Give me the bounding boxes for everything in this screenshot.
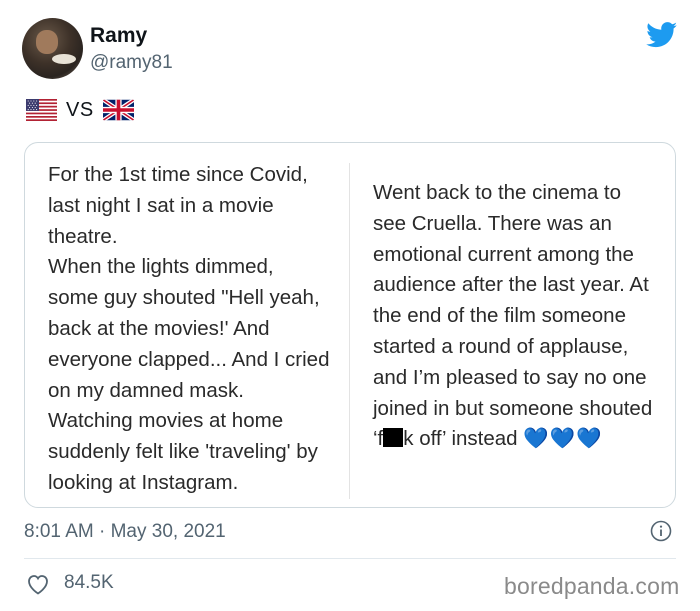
us-flag-icon — [26, 99, 57, 121]
author-name[interactable]: Ramy — [90, 24, 147, 48]
versus-text: VS — [66, 98, 94, 121]
action-divider — [24, 558, 676, 559]
avatar[interactable] — [22, 18, 83, 79]
right-text-part2: k off’ instead — [403, 427, 524, 451]
boredpanda-watermark: boredpanda.com — [504, 573, 680, 599]
right-text-part1: Went back to the cinema to see Cruella. … — [373, 181, 653, 451]
like-count[interactable]: 84.5K — [64, 572, 114, 594]
tweet-media-image[interactable]: For the 1st time since Covid, last night… — [24, 142, 676, 508]
twitter-bird-icon[interactable] — [646, 22, 678, 48]
flags-row: VS — [26, 98, 134, 122]
heart-icon[interactable] — [26, 573, 50, 595]
image-left-text: For the 1st time since Covid, last night… — [48, 163, 330, 494]
author-handle[interactable]: @ramy81 — [90, 52, 173, 74]
avatar-plate — [52, 54, 76, 64]
avatar-face — [36, 30, 58, 54]
censor-bar — [383, 428, 404, 448]
info-icon[interactable] — [650, 520, 672, 542]
uk-flag-icon — [102, 99, 134, 121]
image-column-divider — [349, 163, 350, 499]
blue-hearts-emoji: 💙💙💙 — [523, 427, 603, 451]
tweet-timestamp[interactable]: 8:01 AM · May 30, 2021 — [24, 521, 226, 543]
image-right-text: Went back to the cinema to see Cruella. … — [373, 178, 673, 455]
